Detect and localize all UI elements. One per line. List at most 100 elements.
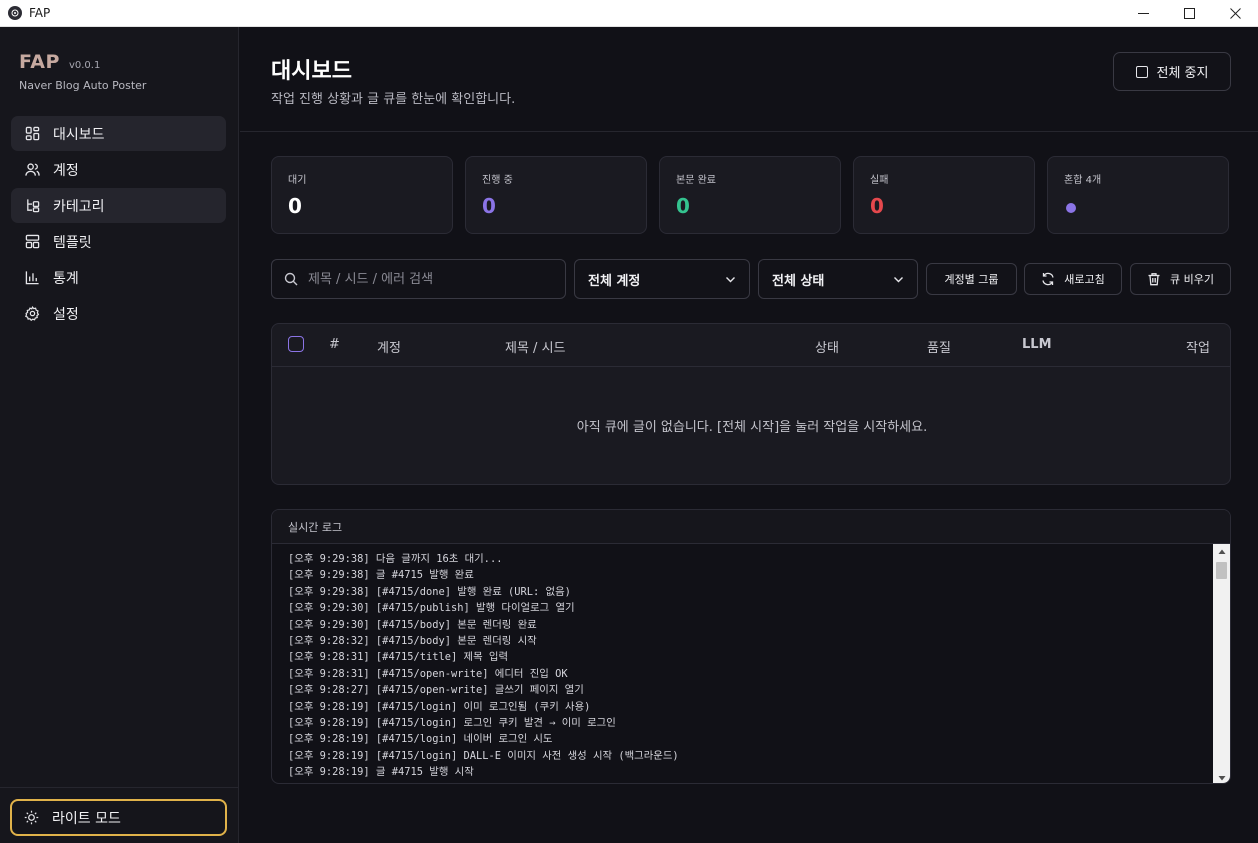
stop-all-button[interactable]: 전체 중지 bbox=[1113, 52, 1231, 91]
log-scrollbar[interactable] bbox=[1213, 544, 1230, 783]
sidebar-nav: 대시보드 계정 카테고리 템플릿 통계 설정 bbox=[11, 116, 226, 332]
log-line: [오후 9:28:27] [#4715/open-write] 글쓰기 페이지 … bbox=[288, 684, 584, 697]
stop-all-label: 전체 중지 bbox=[1156, 66, 1209, 81]
brand-version: v0.0.1 bbox=[68, 60, 101, 71]
log-line: [오후 9:28:19] [#4715/login] 로그인 쿠키 발견 → 이… bbox=[288, 716, 616, 729]
empty-queue-message: 아직 큐에 글이 없습니다. [전체 시작]을 눌러 작업을 시작하세요. bbox=[576, 420, 928, 435]
chevron-down-icon bbox=[894, 277, 903, 283]
sidebar-item-accounts[interactable]: 계정 bbox=[11, 152, 226, 187]
maximize-button[interactable] bbox=[1166, 0, 1212, 27]
stat-value: 0 bbox=[676, 194, 690, 218]
page-subtitle: 작업 진행 상황과 글 큐를 한눈에 확인합니다. bbox=[271, 92, 516, 107]
log-body[interactable]: [오후 9:29:38] 다음 글까지 16초 대기... [오후 9:29:3… bbox=[272, 544, 1213, 783]
stat-label: 진행 중 bbox=[482, 175, 513, 186]
log-title: 실시간 로그 bbox=[272, 510, 1230, 544]
close-icon bbox=[1229, 8, 1241, 19]
log-line: [오후 9:28:19] [#4715/login] 이미 로그인됨 (쿠키 사… bbox=[288, 700, 591, 713]
sidebar-item-label: 통계 bbox=[53, 270, 79, 287]
sidebar-item-label: 계정 bbox=[53, 162, 79, 179]
window-controls bbox=[1120, 0, 1258, 27]
main-content: 대시보드 작업 진행 상황과 글 큐를 한눈에 확인합니다. 전체 중지 대기 … bbox=[240, 27, 1258, 843]
account-select[interactable]: 전체 계정 bbox=[574, 259, 750, 299]
gear-icon bbox=[24, 306, 40, 322]
stat-card-mixed: 혼합 4개 bbox=[1047, 156, 1229, 234]
log-line: [오후 9:29:38] 다음 글까지 16초 대기... bbox=[288, 553, 503, 565]
log-line: [오후 9:29:38] [#4715/done] 발행 완료 (URL: 없음… bbox=[288, 585, 571, 598]
sidebar-item-settings[interactable]: 설정 bbox=[11, 296, 226, 331]
brand-name: FAP bbox=[19, 51, 60, 73]
stat-card-in-progress: 진행 중 0 bbox=[465, 156, 647, 234]
sidebar-item-templates[interactable]: 템플릿 bbox=[11, 224, 226, 259]
page-title: 대시보드 bbox=[271, 59, 352, 84]
log-line: [오후 9:29:38] 글 #4715 발행 완료 bbox=[288, 569, 474, 582]
column-header-number: # bbox=[329, 337, 340, 352]
filter-bar: 전체 계정 전체 상태 계정별 그룹 새로고침 큐 비우기 bbox=[271, 259, 1231, 299]
stat-card-body-done: 본문 완료 0 bbox=[659, 156, 841, 234]
sidebar-item-dashboard[interactable]: 대시보드 bbox=[11, 116, 226, 151]
sidebar: FAP v0.0.1 Naver Blog Auto Poster 대시보드 계… bbox=[0, 27, 239, 843]
account-select-value: 전체 계정 bbox=[588, 273, 641, 289]
minimize-button[interactable] bbox=[1120, 0, 1166, 27]
users-icon bbox=[24, 162, 40, 178]
template-icon bbox=[24, 234, 40, 250]
group-by-account-button[interactable]: 계정별 그룹 bbox=[926, 263, 1017, 295]
queue-table: # 계정 제목 / 시드 상태 품질 LLM 작업 아직 큐에 글이 없습니다.… bbox=[271, 323, 1231, 485]
log-line: [오후 9:29:30] [#4715/body] 본문 렌더링 완료 bbox=[288, 618, 537, 631]
theme-toggle-button[interactable]: 라이트 모드 bbox=[10, 799, 227, 836]
stat-value: 0 bbox=[288, 194, 302, 218]
stat-label: 실패 bbox=[870, 175, 889, 186]
scroll-down-arrow-icon[interactable] bbox=[1213, 770, 1230, 783]
window-titlebar: FAP bbox=[0, 0, 1258, 27]
status-select-value: 전체 상태 bbox=[772, 273, 825, 289]
sidebar-divider bbox=[0, 787, 239, 788]
log-line: [오후 9:29:30] [#4715/publish] 발행 다이얼로그 열기 bbox=[288, 602, 575, 615]
clear-queue-button[interactable]: 큐 비우기 bbox=[1130, 263, 1231, 295]
stat-label: 대기 bbox=[288, 175, 307, 186]
maximize-icon bbox=[1183, 8, 1195, 19]
search-icon bbox=[284, 272, 298, 286]
sidebar-item-label: 대시보드 bbox=[53, 126, 105, 143]
column-header-quality: 품질 bbox=[927, 341, 951, 356]
sidebar-item-categories[interactable]: 카테고리 bbox=[11, 188, 226, 223]
status-select[interactable]: 전체 상태 bbox=[758, 259, 918, 299]
close-window-button[interactable] bbox=[1212, 0, 1258, 27]
stat-label: 본문 완료 bbox=[676, 175, 716, 186]
column-header-actions: 작업 bbox=[1186, 341, 1210, 356]
dashboard-icon bbox=[24, 126, 40, 142]
sun-icon bbox=[24, 810, 39, 825]
sidebar-item-stats[interactable]: 통계 bbox=[11, 260, 226, 295]
column-header-account: 계정 bbox=[377, 341, 401, 356]
refresh-label: 새로고침 bbox=[1064, 273, 1105, 286]
log-line: [오후 9:28:31] [#4715/title] 제목 입력 bbox=[288, 651, 509, 664]
stat-card-failed: 실패 0 bbox=[853, 156, 1035, 234]
refresh-button[interactable]: 새로고침 bbox=[1024, 263, 1122, 295]
sidebar-item-label: 템플릿 bbox=[53, 234, 92, 251]
trash-icon bbox=[1148, 273, 1160, 286]
sidebar-item-label: 카테고리 bbox=[53, 198, 105, 215]
clear-queue-label: 큐 비우기 bbox=[1170, 273, 1214, 286]
status-dot-icon bbox=[1066, 203, 1076, 213]
stop-square-icon bbox=[1135, 65, 1148, 78]
page-header: 대시보드 작업 진행 상황과 글 큐를 한눈에 확인합니다. 전체 중지 bbox=[240, 27, 1258, 132]
window-title: FAP bbox=[29, 6, 51, 20]
column-header-title-seed: 제목 / 시드 bbox=[505, 341, 566, 356]
search-box bbox=[271, 259, 566, 299]
scroll-up-arrow-icon[interactable] bbox=[1213, 544, 1230, 559]
brand-subtitle: Naver Blog Auto Poster bbox=[19, 79, 147, 92]
scrollbar-thumb[interactable] bbox=[1216, 562, 1227, 579]
log-line: [오후 9:28:19] 글 #4715 발행 시작 bbox=[288, 766, 474, 779]
search-input[interactable] bbox=[308, 271, 548, 287]
refresh-icon bbox=[1042, 272, 1054, 286]
column-header-llm: LLM bbox=[1022, 337, 1052, 352]
stat-value: 0 bbox=[482, 194, 496, 218]
table-header: # 계정 제목 / 시드 상태 품질 LLM 작업 bbox=[272, 324, 1230, 367]
stat-card-waiting: 대기 0 bbox=[271, 156, 453, 234]
log-line: [오후 9:28:32] [#4715/body] 본문 렌더링 시작 bbox=[288, 634, 537, 647]
log-line: [오후 9:28:31] [#4715/open-write] 에디터 진입 O… bbox=[288, 667, 568, 680]
category-tree-icon bbox=[24, 198, 40, 214]
minimize-icon bbox=[1137, 13, 1149, 14]
bar-chart-icon bbox=[24, 270, 40, 286]
select-all-checkbox[interactable] bbox=[288, 336, 304, 352]
group-by-account-label: 계정별 그룹 bbox=[944, 273, 999, 286]
theme-toggle-label: 라이트 모드 bbox=[52, 810, 121, 827]
